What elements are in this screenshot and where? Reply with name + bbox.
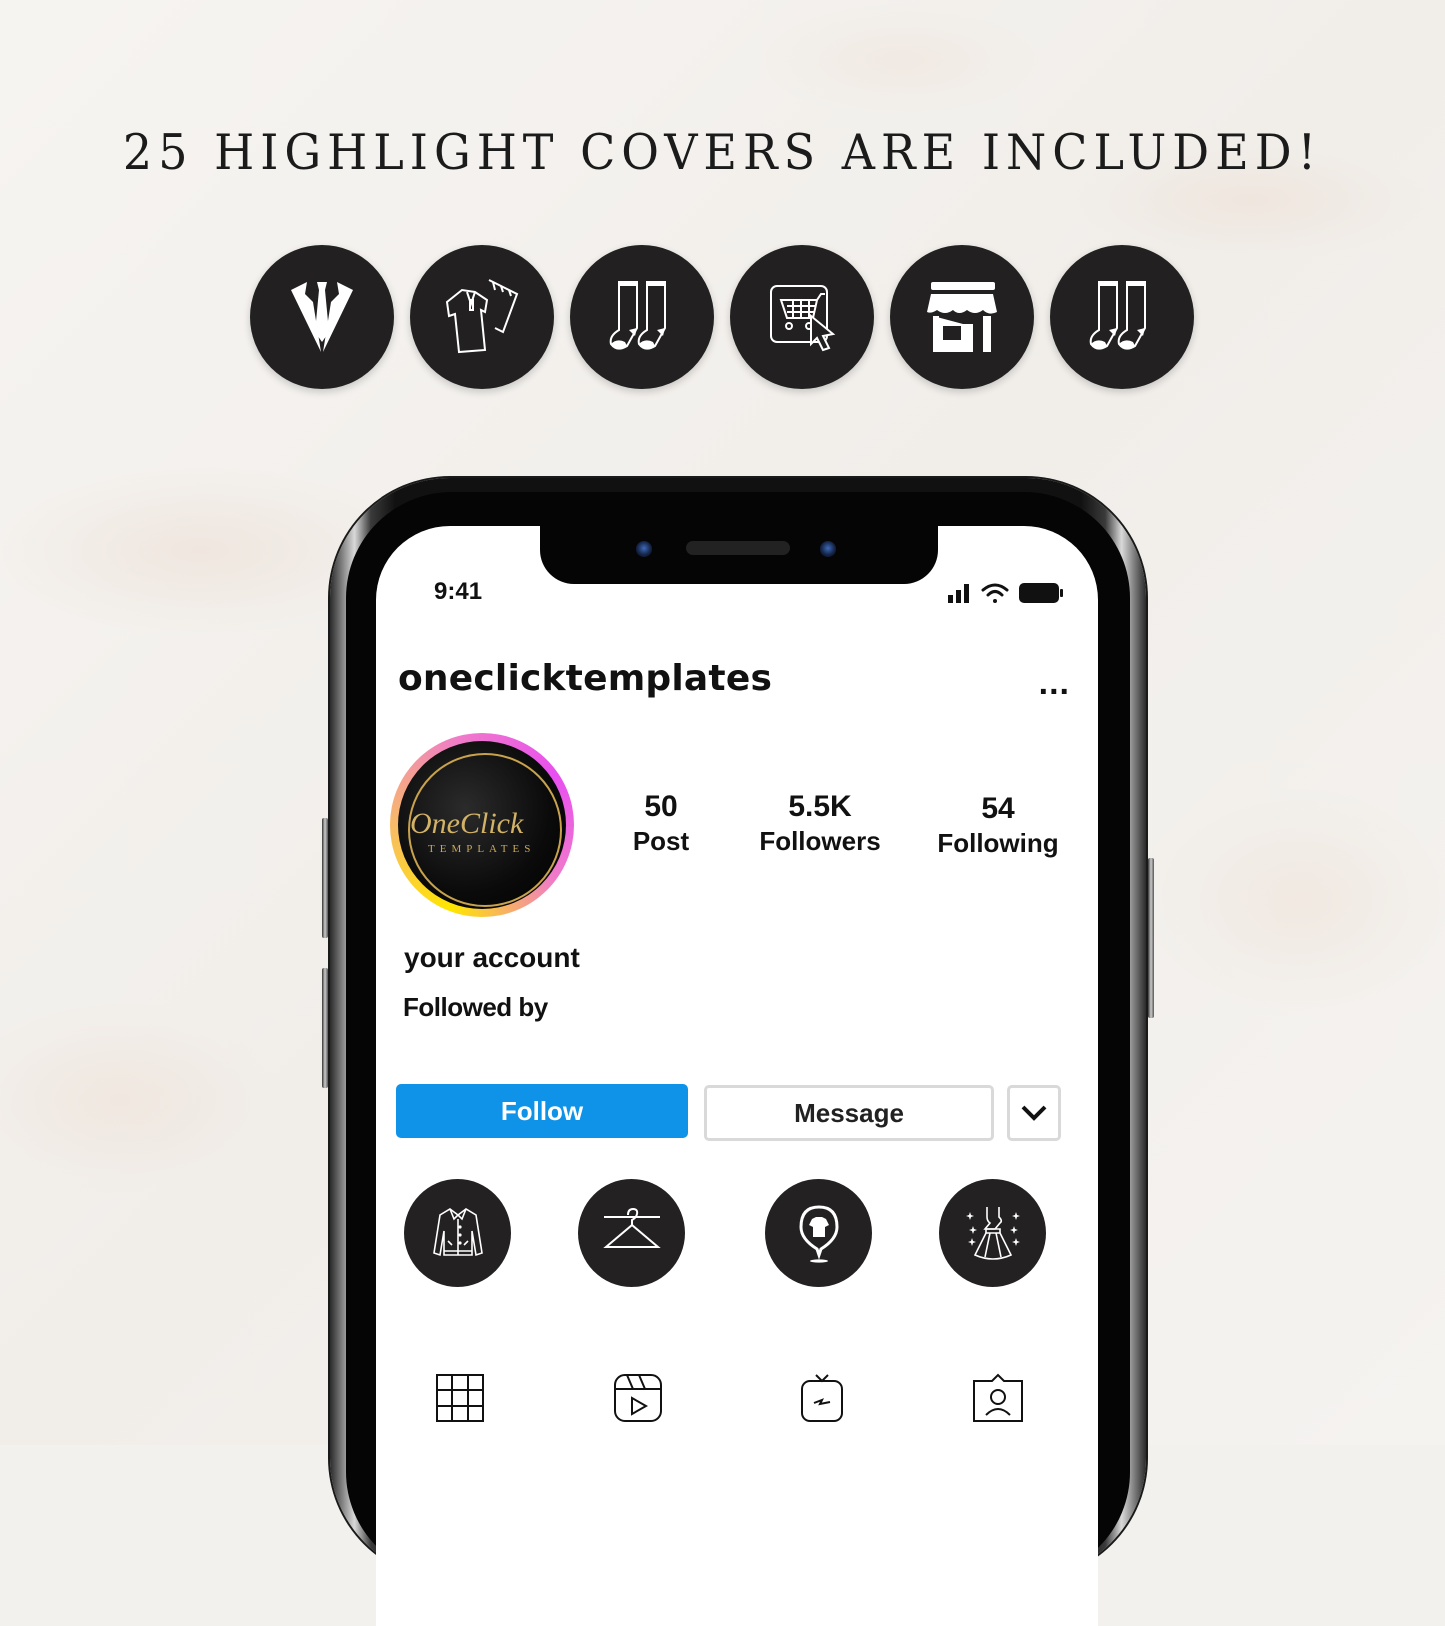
front-sensor [820, 541, 836, 557]
status-icons [946, 582, 1064, 604]
battery-icon [1019, 583, 1063, 603]
tab-reels[interactable] [612, 1372, 664, 1424]
suggested-accounts-button[interactable] [1007, 1085, 1061, 1141]
tagged-icon [973, 1373, 1023, 1422]
highlight-jacket[interactable] [404, 1179, 511, 1287]
highlight-hanger[interactable] [578, 1179, 685, 1287]
highlight-dress[interactable] [939, 1179, 1046, 1287]
message-button[interactable]: Message [704, 1085, 994, 1141]
volume-up-button [322, 818, 328, 938]
story-highlights [404, 1179, 1048, 1287]
jacket-icon [432, 1208, 483, 1257]
stat-label: Following [937, 828, 1059, 858]
avatar-logo-text: OneClick [410, 807, 524, 840]
tab-posts-grid[interactable] [434, 1372, 486, 1424]
cover-suit [250, 245, 394, 389]
grid-icon [436, 1374, 484, 1422]
profile-username: oneclicktemplates [398, 658, 773, 699]
socks-icon [1089, 281, 1146, 350]
earpiece-speaker [686, 541, 790, 555]
stat-following[interactable]: 54 Following [924, 792, 1072, 860]
chevron-down-icon [1021, 1105, 1047, 1121]
cover-clothes [410, 245, 554, 389]
power-button [1148, 858, 1154, 1018]
storefront-icon [927, 282, 997, 352]
highlight-covers-row [250, 245, 1194, 389]
stat-label: Post [632, 826, 690, 856]
followed-by-text[interactable]: Followed by [403, 992, 548, 1023]
phone-screen: 9:41 oneclicktemplates ... OneClick TEMP… [376, 526, 1098, 1626]
cover-socks [570, 245, 714, 389]
highlight-tshirt-pin[interactable] [765, 1179, 872, 1287]
tshirt-location-pin-icon [798, 1205, 839, 1263]
front-camera [636, 541, 652, 557]
signal-icon [948, 584, 969, 603]
stat-value: 50 [644, 790, 678, 823]
reels-icon [614, 1374, 662, 1422]
tab-igtv[interactable] [796, 1372, 848, 1424]
avatar[interactable]: OneClick TEMPLATES [390, 733, 574, 917]
folded-clothes-icon [445, 279, 519, 354]
cover-online-shop [730, 245, 874, 389]
cover-socks-2 [1050, 245, 1194, 389]
status-time: 9:41 [434, 578, 483, 605]
igtv-icon [801, 1374, 843, 1422]
phone-mockup: 9:41 oneclicktemplates ... OneClick TEMP… [322, 478, 1154, 1626]
tab-tagged[interactable] [972, 1372, 1024, 1424]
hanger-icon [602, 1207, 661, 1248]
dress-sparkle-icon [965, 1207, 1020, 1260]
stat-followers[interactable]: 5.5K Followers [716, 790, 924, 860]
profile-display-name: your account [404, 942, 580, 973]
more-options-button[interactable]: ... [1039, 664, 1070, 703]
cover-store [890, 245, 1034, 389]
profile-stats: 50 Post 5.5K Followers 54 Following [606, 790, 1086, 860]
volume-down-button [322, 968, 328, 1088]
headline: 25 HIGHLIGHT COVERS ARE INCLUDED! [122, 123, 1323, 181]
follow-button[interactable]: Follow [396, 1084, 688, 1138]
avatar-logo-subtext: TEMPLATES [428, 843, 536, 855]
notch [540, 526, 938, 584]
socks-icon [609, 281, 666, 350]
avatar-image: OneClick TEMPLATES [398, 741, 566, 909]
stat-value: 54 [981, 792, 1015, 825]
suit-tie-icon [291, 282, 353, 352]
wifi-icon [981, 583, 1009, 603]
stat-value: 5.5K [788, 790, 852, 823]
profile-tabs [376, 1372, 1098, 1428]
online-shopping-cart-icon [770, 285, 836, 352]
stat-posts[interactable]: 50 Post [606, 790, 716, 860]
stat-label: Followers [759, 826, 881, 856]
